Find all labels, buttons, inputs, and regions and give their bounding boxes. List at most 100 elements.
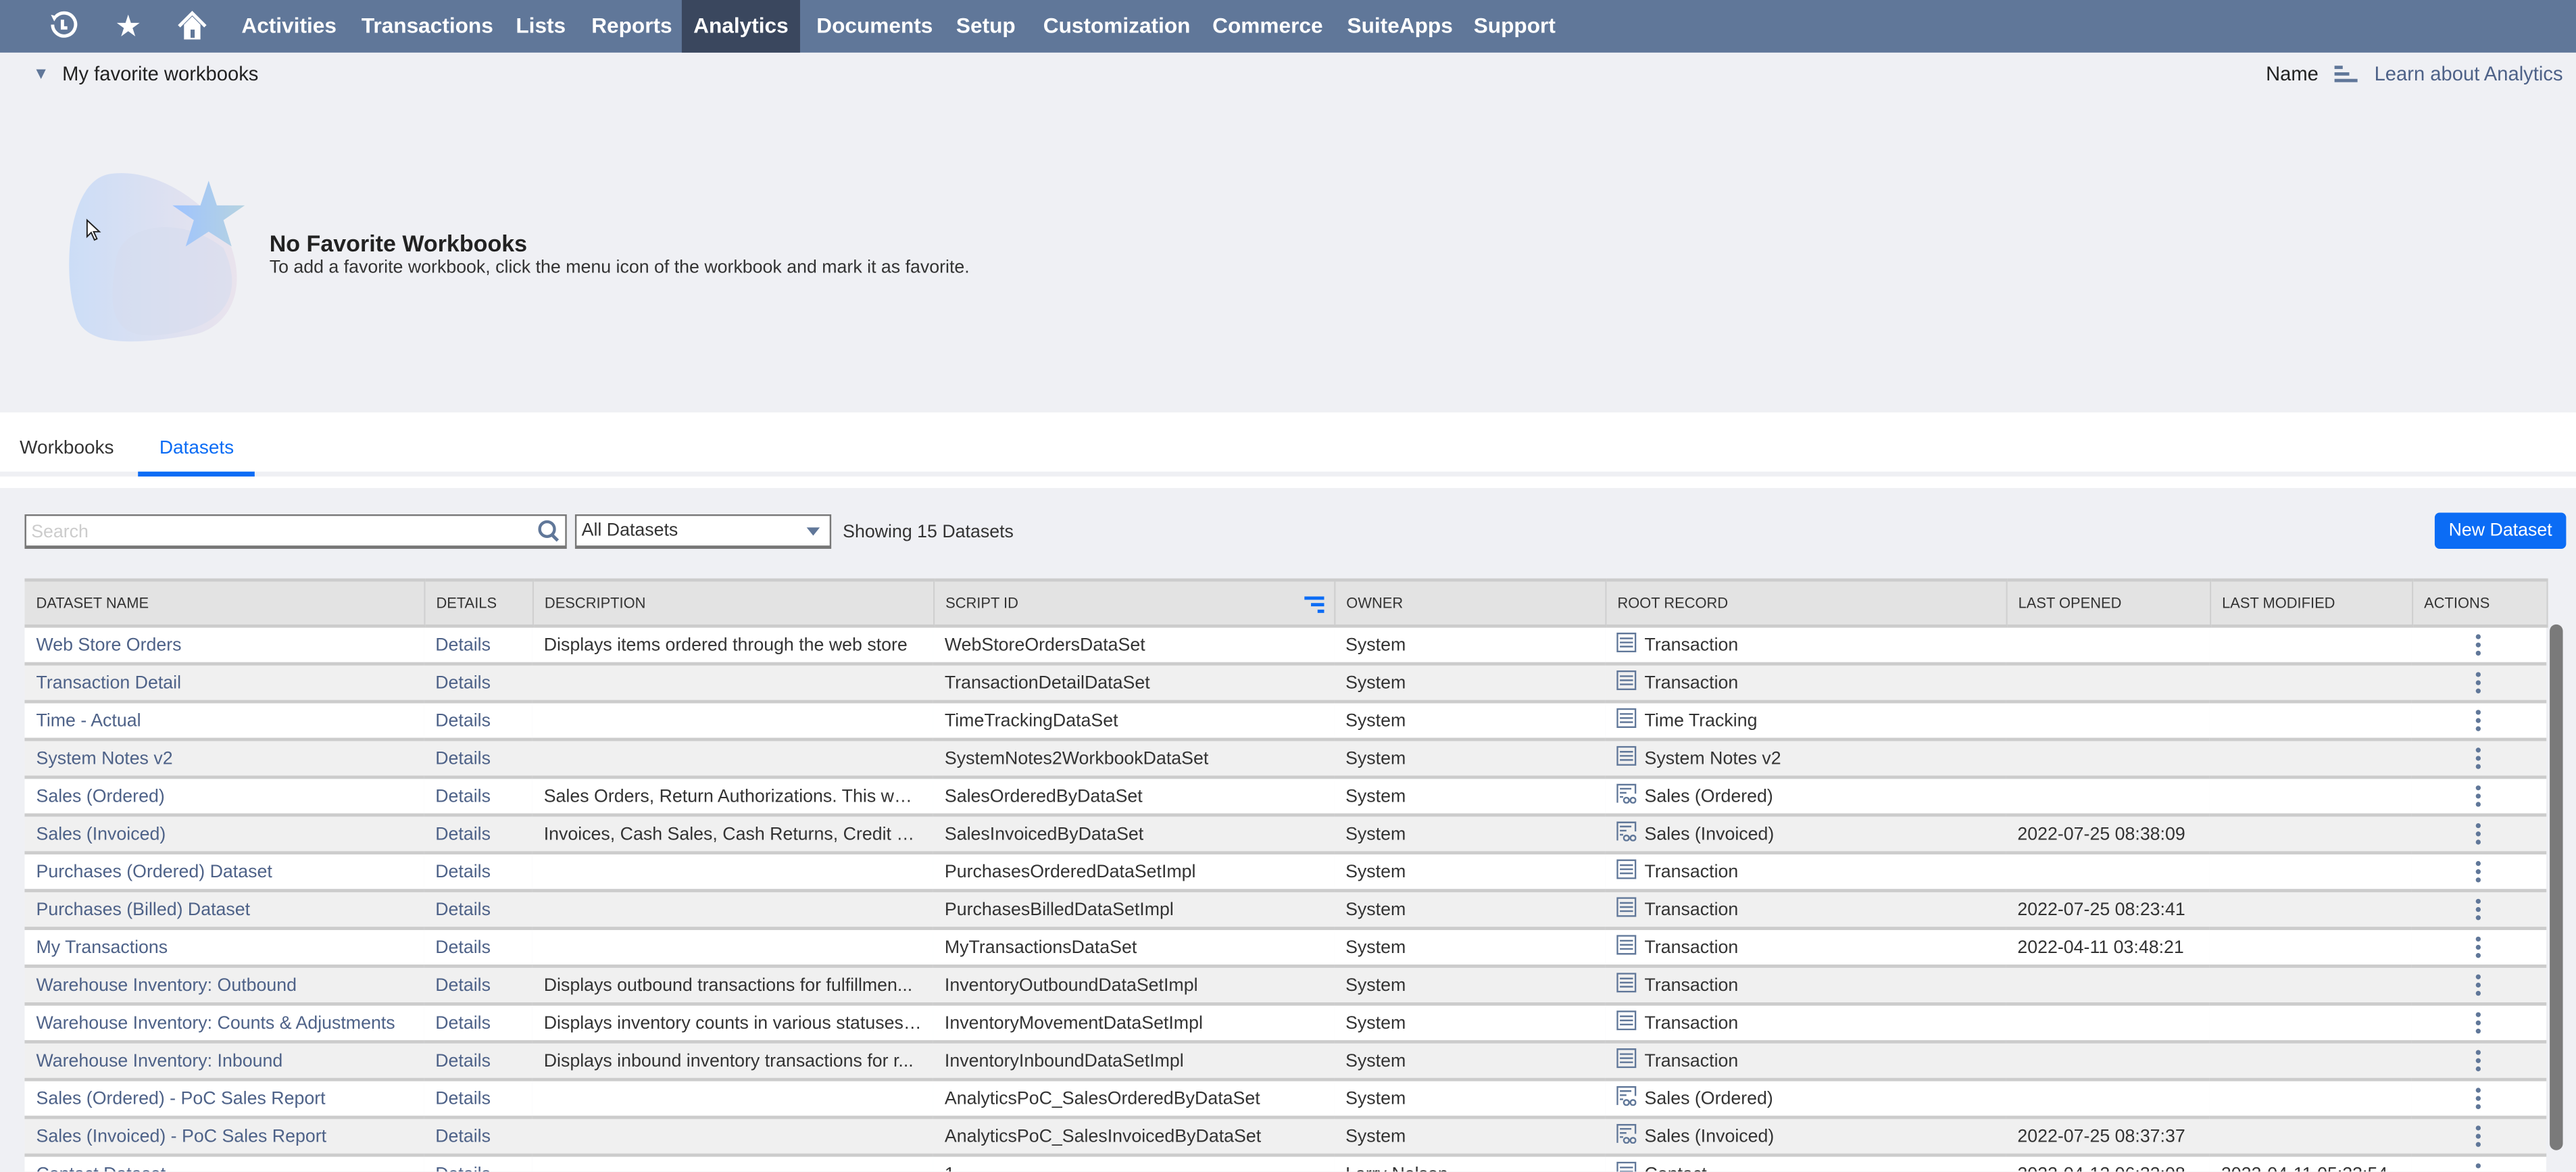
details-link[interactable]: Details <box>435 748 491 768</box>
dataset-name-link[interactable]: Sales (Ordered) - PoC Sales Report <box>36 1089 325 1108</box>
dataset-filter-value: All Datasets <box>581 520 678 541</box>
home-icon[interactable] <box>176 10 209 43</box>
table-row: Time - Actual Details TimeTrackingDataSet S… <box>24 702 2547 741</box>
nav-reports[interactable]: Reports <box>591 0 672 53</box>
dataset-name-link[interactable]: Web Store Orders <box>36 635 181 655</box>
details-link[interactable]: Details <box>435 862 491 881</box>
dataset-name-link[interactable]: System Notes v2 <box>36 748 172 768</box>
more-actions-icon[interactable] <box>2475 672 2483 693</box>
details-link[interactable]: Details <box>435 786 491 806</box>
details-link[interactable]: Details <box>435 673 491 693</box>
details-link[interactable]: Details <box>435 975 491 995</box>
nav-setup[interactable]: Setup <box>956 0 1016 53</box>
column-header-script-id[interactable]: SCRIPT ID <box>933 578 1335 628</box>
recent-icon[interactable] <box>46 10 79 43</box>
favorites-toggle[interactable]: ▼ My favorite workbooks <box>33 62 259 85</box>
column-header-actions[interactable]: ACTIONS <box>2411 578 2548 628</box>
nav-documents[interactable]: Documents <box>816 0 933 53</box>
search-input[interactable] <box>26 517 529 547</box>
more-actions-icon[interactable] <box>2475 823 2483 845</box>
more-actions-icon[interactable] <box>2475 936 2483 958</box>
details-link[interactable]: Details <box>435 635 491 655</box>
more-actions-icon[interactable] <box>2475 898 2483 921</box>
datasets-table: DATASET NAME DETAILS DESCRIPTION SCRIPT ID O… <box>24 578 2548 1172</box>
nav-suiteapps[interactable]: SuiteApps <box>1347 0 1453 53</box>
details-link[interactable]: Details <box>435 710 491 730</box>
table-row: Contact Dataset Details 1Larry Nelson Conta… <box>24 1155 2547 1172</box>
last-opened <box>2006 626 2210 666</box>
record-icon <box>1616 670 1637 695</box>
more-actions-icon[interactable] <box>2475 710 2483 731</box>
dataset-name-link[interactable]: Contact Dataset <box>36 1164 166 1171</box>
tab-divider <box>0 471 2576 477</box>
dataset-name-link[interactable]: Sales (Ordered) <box>36 786 164 806</box>
nav-commerce[interactable]: Commerce <box>1212 0 1322 53</box>
sort-filter-icon[interactable] <box>1304 596 1324 613</box>
column-header-description[interactable]: DESCRIPTION <box>532 578 935 628</box>
column-header-dataset-name[interactable]: DATASET NAME <box>24 578 425 628</box>
record-icon <box>1616 897 1637 921</box>
dataset-name-link[interactable]: Purchases (Billed) Dataset <box>36 900 250 919</box>
tab-datasets[interactable]: Datasets <box>159 439 234 458</box>
details-link[interactable]: Details <box>435 1164 491 1171</box>
details-link[interactable]: Details <box>435 900 491 919</box>
more-actions-icon[interactable] <box>2475 785 2483 807</box>
column-header-label: SCRIPT ID <box>945 595 1018 612</box>
column-header-details[interactable]: DETAILS <box>424 578 533 628</box>
last-opened <box>2006 966 2210 1006</box>
sort-label[interactable]: Name <box>2266 62 2319 85</box>
search-icon[interactable] <box>537 519 560 542</box>
more-actions-icon[interactable] <box>2475 1012 2483 1034</box>
dataset-name-link[interactable]: My Transactions <box>36 937 168 957</box>
dataset-name-link[interactable]: Warehouse Inventory: Inbound <box>36 1051 282 1071</box>
more-actions-icon[interactable] <box>2475 1088 2483 1110</box>
column-header-last-modified[interactable]: LAST MODIFIED <box>2209 578 2413 628</box>
nav-support[interactable]: Support <box>1474 0 1556 53</box>
dataset-count: Showing 15 Datasets <box>843 522 1014 543</box>
table-scrollbar[interactable] <box>2550 624 2563 1150</box>
last-opened <box>2006 777 2210 817</box>
dataset-name-link[interactable]: Warehouse Inventory: Counts & Adjustment… <box>36 1013 395 1033</box>
script-id: InventoryOutboundDataSetImpl <box>933 966 1335 1006</box>
last-modified <box>2209 814 2412 855</box>
new-dataset-button[interactable]: New Dataset <box>2434 512 2567 549</box>
dataset-filter-select[interactable]: All Datasets <box>574 514 832 549</box>
owner: System <box>1334 928 1606 968</box>
more-actions-icon[interactable] <box>2475 634 2483 656</box>
more-actions-icon[interactable] <box>2475 1125 2483 1147</box>
nav-lists[interactable]: Lists <box>516 0 566 53</box>
root-record: Transaction <box>1644 635 1739 655</box>
more-actions-icon[interactable] <box>2475 1163 2483 1171</box>
dataset-name-link[interactable]: Sales (Invoiced) <box>36 824 166 844</box>
more-actions-icon[interactable] <box>2475 860 2483 883</box>
nav-activities[interactable]: Activities <box>241 0 337 53</box>
column-header-last-opened[interactable]: LAST OPENED <box>2006 578 2211 628</box>
description: Displays outbound transactions for fulfi… <box>532 966 933 1006</box>
star-icon[interactable]: ★ <box>112 10 145 43</box>
nav-analytics[interactable]: Analytics <box>681 0 800 53</box>
script-id: TransactionDetailDataSet <box>933 664 1335 704</box>
dataset-name-link[interactable]: Transaction Detail <box>36 673 181 693</box>
mouse-cursor-icon <box>86 218 101 241</box>
more-actions-icon[interactable] <box>2475 974 2483 996</box>
details-link[interactable]: Details <box>435 824 491 844</box>
sort-icon[interactable] <box>2335 66 2358 82</box>
details-link[interactable]: Details <box>435 1089 491 1108</box>
nav-customization[interactable]: Customization <box>1043 0 1191 53</box>
details-link[interactable]: Details <box>435 1127 491 1146</box>
dataset-name-link[interactable]: Warehouse Inventory: Outbound <box>36 975 297 995</box>
nav-transactions[interactable]: Transactions <box>362 0 493 53</box>
details-link[interactable]: Details <box>435 1051 491 1071</box>
dataset-name-link[interactable]: Purchases (Ordered) Dataset <box>36 862 272 881</box>
column-header-owner[interactable]: OWNER <box>1334 578 1606 628</box>
tab-workbooks[interactable]: Workbooks <box>20 439 114 458</box>
more-actions-icon[interactable] <box>2475 1050 2483 1072</box>
learn-about-analytics-link[interactable]: Learn about Analytics <box>2375 62 2563 85</box>
table-row: System Notes v2 Details SystemNotes2Workbo… <box>24 739 2547 779</box>
details-link[interactable]: Details <box>435 937 491 957</box>
dataset-name-link[interactable]: Time - Actual <box>36 710 141 730</box>
dataset-name-link[interactable]: Sales (Invoiced) - PoC Sales Report <box>36 1127 326 1146</box>
more-actions-icon[interactable] <box>2475 748 2483 769</box>
column-header-root-record[interactable]: ROOT RECORD <box>1605 578 2007 628</box>
details-link[interactable]: Details <box>435 1013 491 1033</box>
